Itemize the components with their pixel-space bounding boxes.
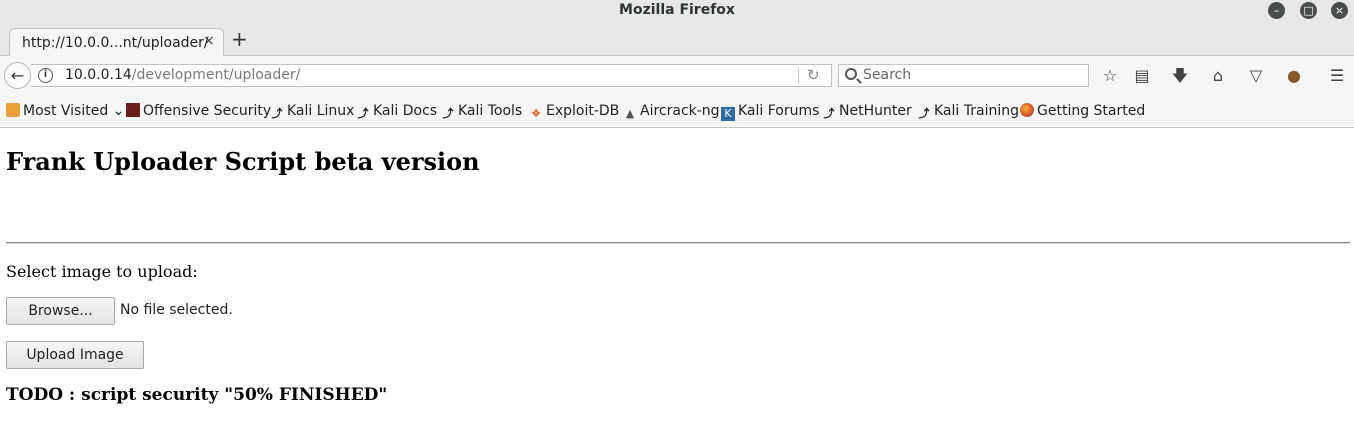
bookmark-exploit-db[interactable]: ❖ Exploit-DB: [529, 103, 619, 121]
kali-dragon-icon: ⤴: [918, 107, 930, 120]
kali-dragon-icon: ⤴: [823, 107, 835, 120]
bookmark-nethunter[interactable]: ⤴ NetHunter: [822, 103, 912, 121]
bookmark-star-icon[interactable]: ☆: [1099, 65, 1121, 87]
folder-icon: [6, 103, 20, 117]
kali-dragon-icon: ⤴: [357, 107, 369, 120]
search-icon: [845, 68, 857, 80]
bookmark-most-visited[interactable]: Most Visited ⌄: [6, 103, 124, 119]
download-icon[interactable]: 🡇: [1169, 65, 1191, 87]
url-path: /development/uploader/: [131, 67, 301, 83]
bookmark-getting-started[interactable]: Getting Started: [1020, 103, 1145, 119]
bookmark-label: Aircrack-ng: [640, 103, 720, 119]
url-text[interactable]: 10.0.0.14/development/uploader/: [65, 67, 300, 83]
tab-strip: http://10.0.0...nt/uploader/ × +: [0, 22, 1354, 57]
home-icon[interactable]: ⌂: [1207, 65, 1229, 87]
url-bar[interactable]: i 10.0.0.14/development/uploader/ ↻: [31, 64, 832, 87]
page-title: Frank Uploader Script beta version: [6, 147, 480, 176]
offsec-icon: [126, 103, 140, 117]
back-arrow-icon[interactable]: ←: [4, 62, 31, 89]
cookie-icon[interactable]: ●: [1283, 65, 1305, 87]
upload-label: Select image to upload:: [6, 262, 198, 281]
bookmark-label: Most Visited: [23, 103, 109, 119]
bookmark-kali-tools[interactable]: ⤴ Kali Tools: [441, 103, 523, 121]
bookmark-label: NetHunter: [839, 103, 912, 119]
pocket-icon[interactable]: ▽: [1245, 65, 1267, 87]
navigation-toolbar: i 10.0.0.14/development/uploader/ ↻ ← ☆ …: [0, 56, 1354, 95]
new-tab-button[interactable]: +: [231, 29, 248, 49]
bookmark-kali-training[interactable]: ⤴ Kali Training: [917, 103, 1019, 121]
bookmark-kali-forums[interactable]: K Kali Forums: [721, 103, 819, 121]
browse-button[interactable]: Browse...: [6, 297, 115, 325]
bookmark-kali-linux[interactable]: ⤴ Kali Linux: [270, 103, 355, 121]
bookmark-label: Kali Linux: [287, 103, 355, 119]
window-title: Mozilla Firefox: [619, 2, 735, 18]
firefox-icon: [1020, 103, 1034, 117]
info-icon[interactable]: i: [38, 68, 53, 83]
bookmarks-toolbar: Most Visited ⌄ Offensive Security ⤴ Kali …: [0, 95, 1354, 128]
search-bar[interactable]: [838, 64, 1089, 87]
bookmark-kali-docs[interactable]: ⤴ Kali Docs: [356, 103, 438, 121]
bookmark-label: Getting Started: [1037, 103, 1146, 119]
bookmark-label: Exploit-DB: [546, 103, 620, 119]
tab-uploader[interactable]: http://10.0.0...nt/uploader/ ×: [9, 28, 224, 57]
forum-icon: K: [721, 107, 735, 121]
minimize-icon[interactable]: –: [1268, 2, 1285, 19]
exploit-db-icon: ❖: [531, 107, 541, 120]
maximize-icon[interactable]: □: [1300, 2, 1317, 19]
search-input[interactable]: [863, 67, 1083, 83]
todo-note: TODO : script security "50% FINISHED": [6, 385, 388, 405]
file-status: No file selected.: [120, 302, 233, 318]
bookmark-offensive-security[interactable]: Offensive Security: [126, 103, 271, 119]
bookmark-label: Kali Training: [934, 103, 1019, 119]
bookmark-label: Kali Forums: [738, 103, 820, 119]
reload-icon[interactable]: ↻: [807, 66, 820, 84]
tab-label: http://10.0.0...nt/uploader/: [22, 35, 209, 51]
page-content: Frank Uploader Script beta version Selec…: [0, 129, 1354, 430]
kali-dragon-icon: ⤴: [271, 107, 283, 120]
kali-dragon-icon: ⤴: [442, 107, 454, 120]
url-divider: [798, 67, 799, 84]
bookmark-label: Kali Tools: [458, 103, 523, 119]
window-titlebar: Mozilla Firefox – □ ×: [0, 0, 1354, 22]
horizontal-divider: [6, 242, 1350, 244]
bookmark-label: Offensive Security: [143, 103, 272, 119]
close-icon[interactable]: ×: [1331, 2, 1348, 19]
chevron-down-icon: ⌄: [112, 103, 125, 119]
bookmark-label: Kali Docs: [373, 103, 438, 119]
menu-icon[interactable]: ☰: [1326, 65, 1348, 87]
tab-close-icon[interactable]: ×: [203, 33, 215, 49]
aircrack-icon: ▲: [625, 107, 635, 120]
url-host: 10.0.0.14: [65, 67, 132, 83]
reading-list-icon[interactable]: ▤: [1131, 65, 1153, 87]
bookmark-aircrack-ng[interactable]: ▲ Aircrack-ng: [623, 103, 720, 121]
upload-image-button[interactable]: Upload Image: [6, 341, 144, 369]
